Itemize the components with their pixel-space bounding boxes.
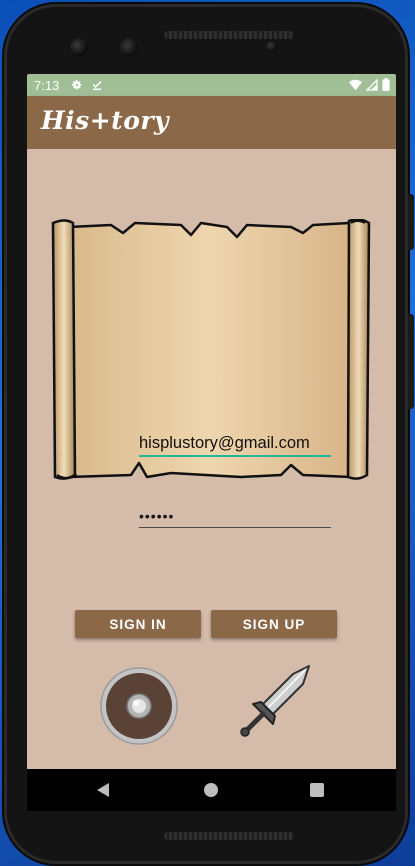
password-input[interactable] [139,505,331,528]
app-screen: 7:13 His+tory hisplustory@gmail.com ••••… [27,74,396,811]
front-camera-left [70,38,88,56]
earpiece-speaker [164,31,294,39]
power-button [408,194,414,250]
status-bar: 7:13 [27,74,396,96]
wifi-icon [349,79,362,90]
app-title: His+tory [41,106,170,135]
download-done-icon [92,80,102,90]
login-content: SIGN IN SIGN UP [27,149,396,769]
sword-icon [240,665,310,737]
cell-signal-icon [366,78,378,91]
phone-frame: 7:13 His+tory hisplustory@gmail.com ••••… [4,4,414,864]
proximity-sensor [266,41,277,52]
home-icon[interactable] [203,782,219,798]
front-camera-right [120,38,138,56]
battery-icon [382,78,390,91]
shield-icon [100,667,178,745]
recents-icon[interactable] [310,783,324,797]
sign-in-button[interactable]: SIGN IN [75,610,201,638]
volume-button [408,314,414,409]
sign-up-button[interactable]: SIGN UP [211,610,337,638]
app-bar: His+tory [27,96,396,149]
settings-icon [72,80,82,90]
navigation-bar [27,769,396,811]
email-input[interactable] [139,431,331,457]
bottom-speaker [164,832,294,840]
status-time: 7:13 [34,77,60,93]
back-icon[interactable] [95,782,111,798]
parchment-scroll-image [51,218,373,528]
